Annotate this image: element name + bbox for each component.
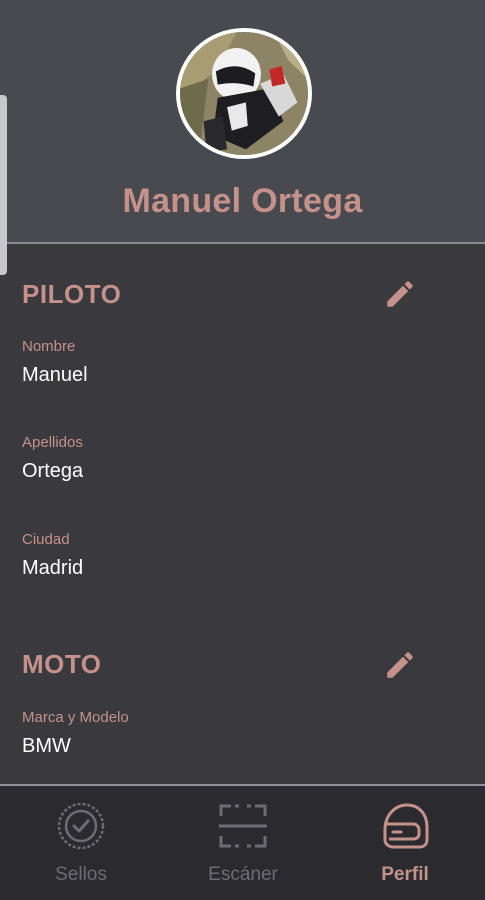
nav-label-escaner: Escáner bbox=[208, 864, 278, 885]
piloto-section-title: PILOTO bbox=[22, 279, 122, 309]
avatar[interactable] bbox=[176, 28, 312, 159]
pencil-icon bbox=[387, 652, 413, 678]
nav-label-sellos: Sellos bbox=[55, 864, 107, 885]
profile-content: PILOTO Nombre Manuel Apellidos Ortega Ci… bbox=[0, 246, 485, 784]
moto-section-title: MOTO bbox=[22, 649, 102, 679]
bottom-navigation: Sellos Escáner Perfil bbox=[0, 784, 485, 900]
nav-label-perfil: Perfil bbox=[381, 864, 429, 885]
nombre-label: Nombre bbox=[22, 338, 76, 355]
apellidos-value: Ortega bbox=[22, 460, 84, 482]
marca-modelo-label: Marca y Modelo bbox=[22, 709, 129, 726]
helmet-icon bbox=[383, 803, 429, 849]
pencil-icon bbox=[387, 281, 413, 307]
nav-tab-escaner[interactable]: Escáner bbox=[173, 786, 313, 900]
rider-photo-icon bbox=[180, 32, 308, 155]
seal-icon bbox=[57, 802, 105, 850]
apellidos-label: Apellidos bbox=[22, 434, 83, 451]
nav-tab-perfil[interactable]: Perfil bbox=[335, 786, 475, 900]
nombre-value: Manuel bbox=[22, 364, 88, 386]
profile-screen: Manuel Ortega PILOTO Nombre Manuel Apell… bbox=[0, 0, 485, 900]
profile-name: Manuel Ortega bbox=[122, 182, 363, 220]
marca-modelo-value: BMW bbox=[22, 735, 71, 757]
profile-header: Manuel Ortega bbox=[0, 0, 485, 244]
edit-moto-button[interactable] bbox=[380, 645, 420, 685]
scanner-icon bbox=[219, 804, 267, 848]
nav-tab-sellos[interactable]: Sellos bbox=[11, 786, 151, 900]
ciudad-label: Ciudad bbox=[22, 531, 70, 548]
edit-piloto-button[interactable] bbox=[380, 274, 420, 314]
scroll-indicator[interactable] bbox=[0, 95, 7, 275]
ciudad-value: Madrid bbox=[22, 557, 84, 579]
